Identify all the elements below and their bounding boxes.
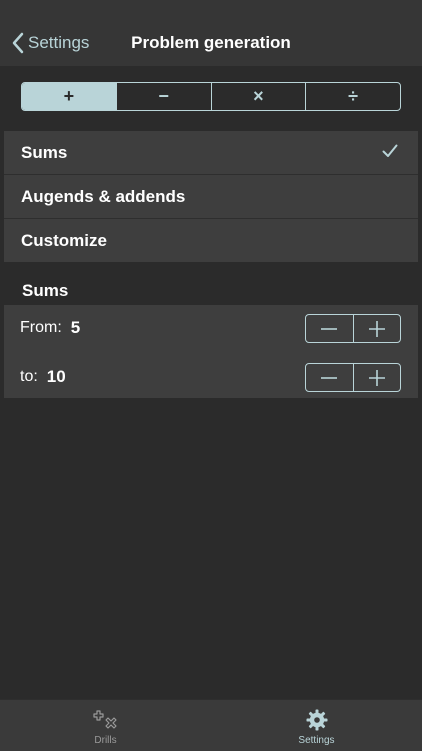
checkmark-icon	[382, 144, 398, 157]
range-from-stepper	[305, 314, 401, 343]
increment-button[interactable]	[352, 315, 401, 342]
operation-segment-division[interactable]: ÷	[305, 83, 400, 110]
navigation-bar: Settings Problem generation	[0, 0, 422, 66]
section-title: Sums	[22, 281, 69, 300]
page-title: Problem generation	[131, 33, 291, 52]
range-panel: From: 5 to: 10	[4, 305, 418, 398]
tab-drills[interactable]: Drills	[0, 700, 211, 751]
range-from-value: 5	[70, 318, 81, 337]
tab-label: Settings	[298, 735, 335, 746]
mode-item-customize[interactable]: Customize	[4, 219, 418, 262]
plus-icon	[368, 320, 385, 337]
tab-label: Drills	[94, 735, 117, 746]
mode-item-label: Customize	[21, 230, 107, 250]
gear-icon	[306, 709, 327, 731]
range-to-stepper	[305, 363, 401, 392]
operation-segment-addition[interactable]: +	[22, 83, 116, 110]
generation-mode-list: Sums Augends & addends Customize	[4, 131, 418, 262]
increment-button[interactable]	[352, 364, 401, 391]
plus-times-icon	[92, 710, 117, 729]
mode-item-augends-addends[interactable]: Augends & addends	[4, 175, 418, 219]
range-to-row: to: 10	[4, 362, 418, 392]
range-from-row: From: 5	[4, 313, 418, 343]
range-to-value: 10	[46, 367, 66, 386]
mode-item-label: Sums	[21, 142, 68, 162]
range-from-label: From:	[20, 319, 62, 336]
tab-settings[interactable]: Settings	[211, 700, 422, 751]
operation-segment-multiplication[interactable]: ×	[210, 83, 306, 110]
range-to-label: to:	[20, 368, 38, 385]
tab-bar: Drills Settings	[0, 699, 422, 751]
operation-segmented-control: + − × ÷	[21, 82, 401, 111]
mode-item-sums[interactable]: Sums	[4, 131, 418, 175]
minus-icon	[321, 376, 338, 379]
decrement-button[interactable]	[306, 315, 353, 342]
plus-icon	[368, 369, 385, 386]
minus-icon	[321, 327, 338, 330]
operation-segment-subtraction[interactable]: −	[115, 83, 211, 110]
mode-item-label: Augends & addends	[21, 186, 186, 206]
decrement-button[interactable]	[306, 364, 353, 391]
